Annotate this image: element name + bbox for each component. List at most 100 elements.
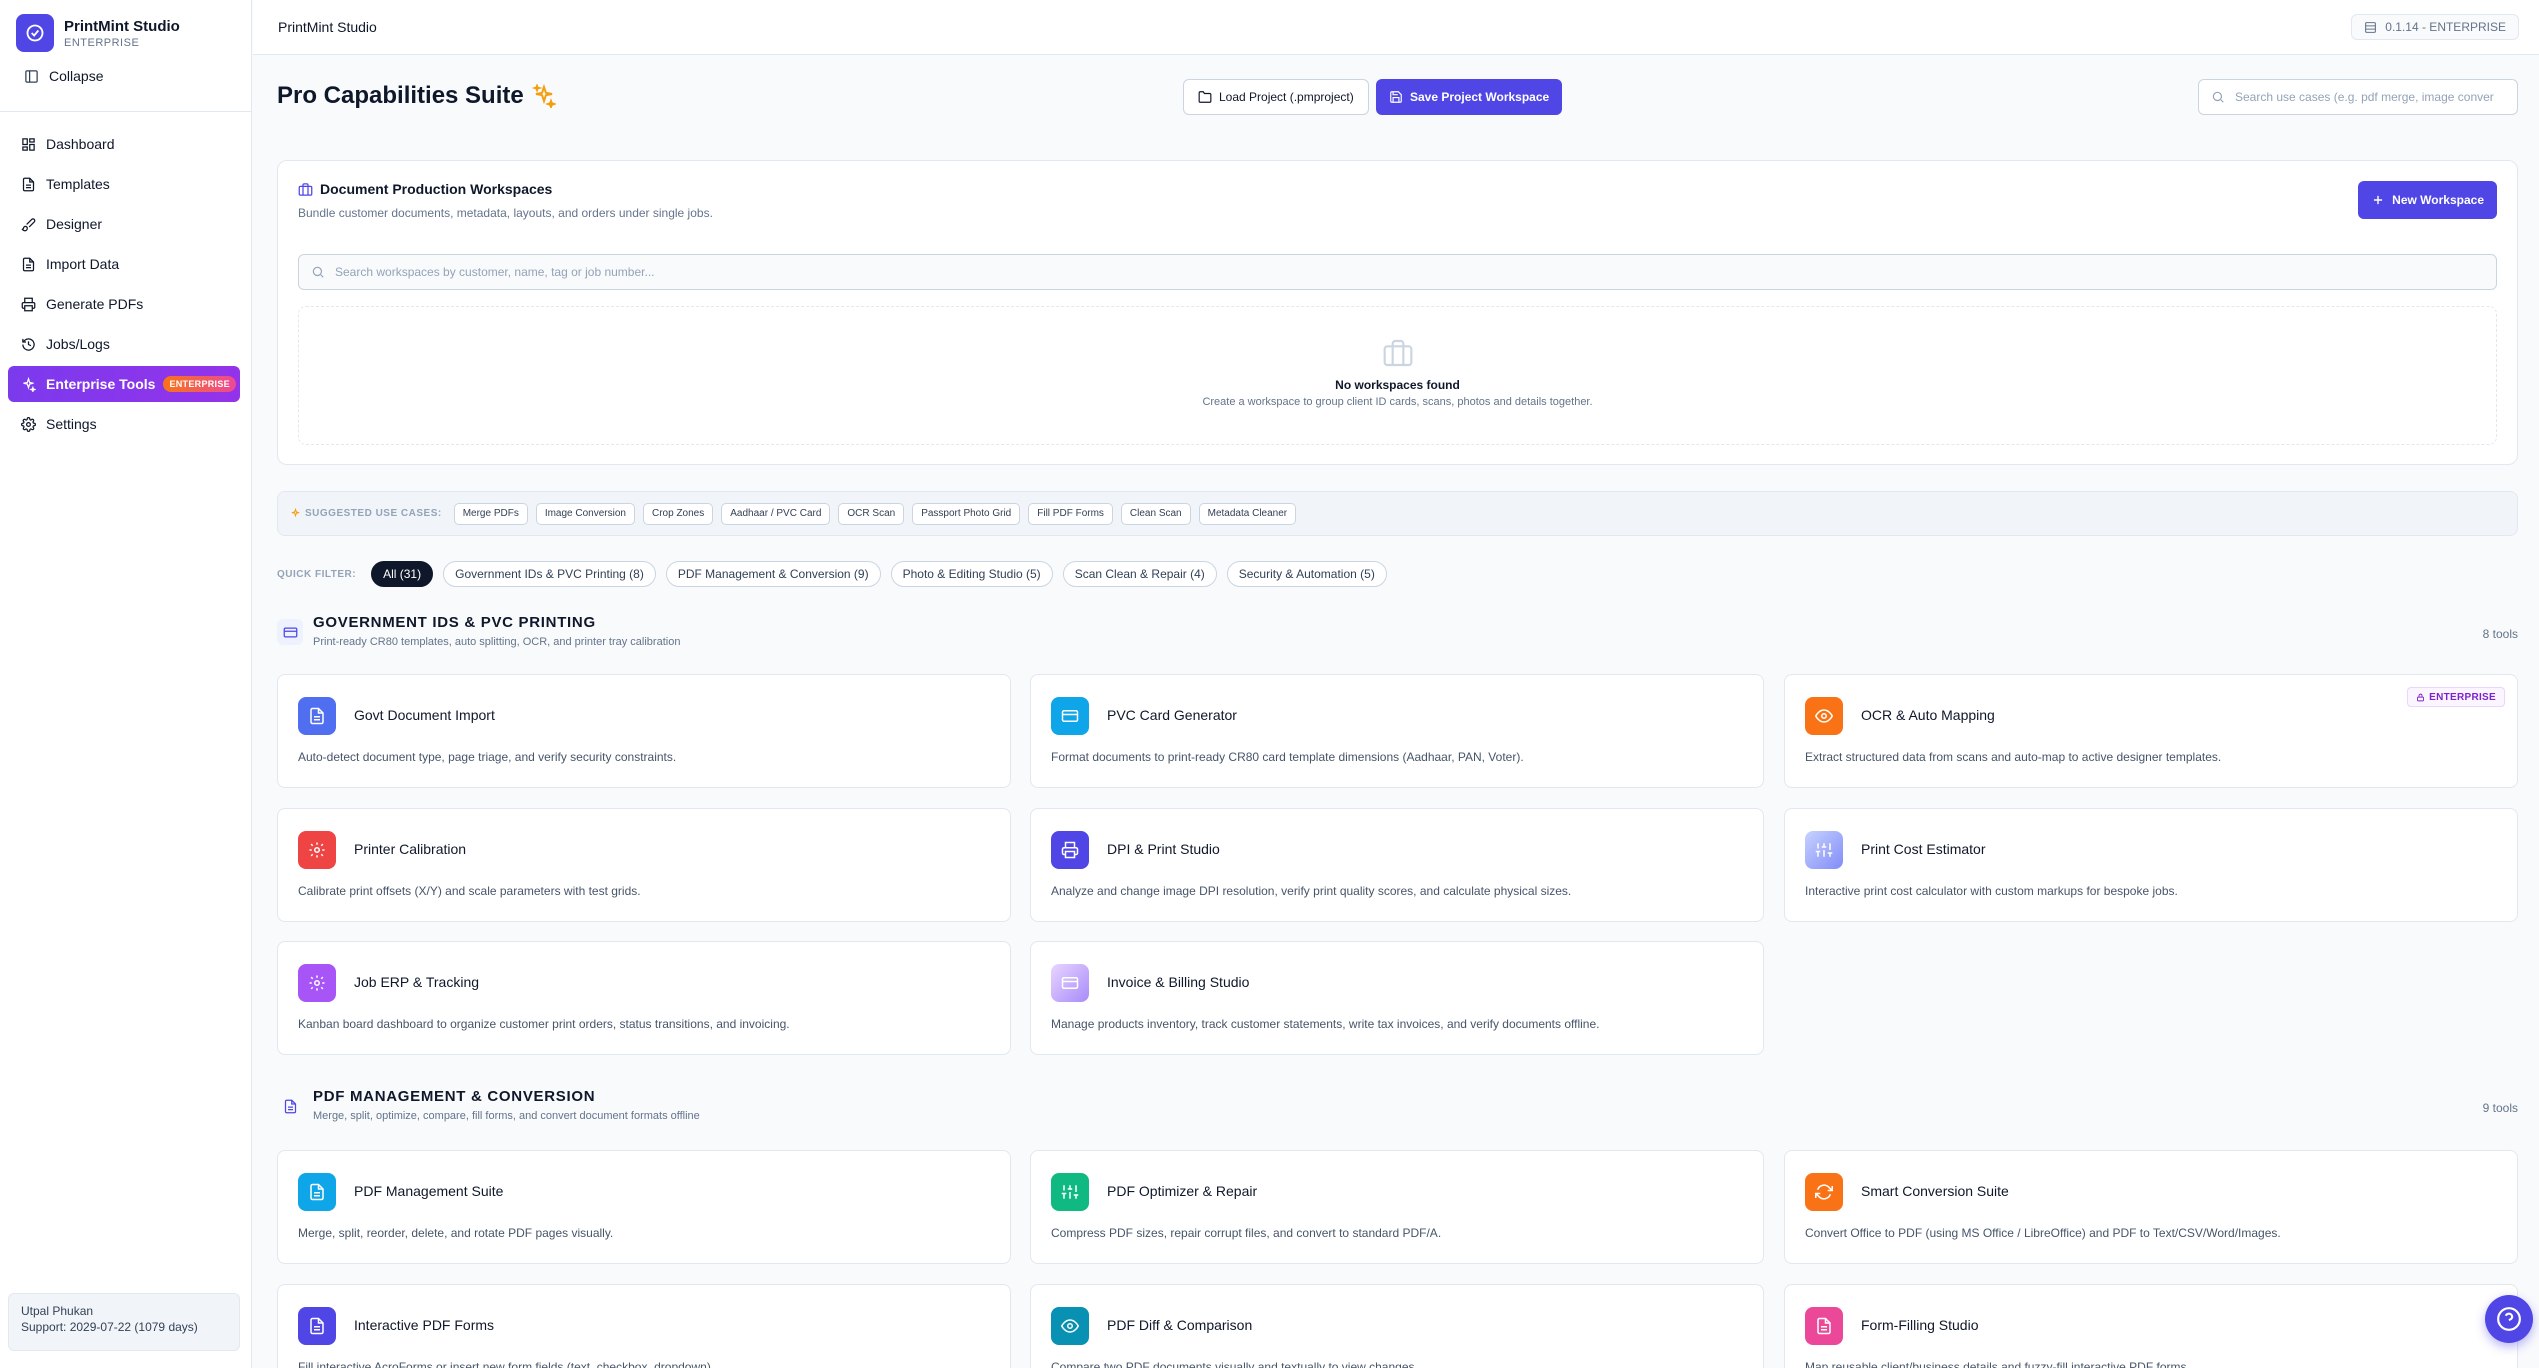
sidebar-item-templates[interactable]: Templates: [8, 166, 240, 202]
use-case-chip[interactable]: Clean Scan: [1120, 502, 1191, 525]
use-case-chip[interactable]: Aadhaar / PVC Card: [721, 502, 831, 525]
enterprise-badge: ENTERPRISE: [163, 376, 236, 392]
eye-icon: [1805, 697, 1843, 735]
tool-card-smart-conversion-suite[interactable]: Smart Conversion Suite Convert Office to…: [1784, 1150, 2518, 1264]
eye-icon: [1051, 1307, 1089, 1345]
help-button[interactable]: [2485, 1295, 2533, 1343]
sidebar-item-label: Designer: [46, 216, 103, 232]
suggested-label: SUGGESTED USE CASES:: [290, 508, 442, 519]
briefcase-icon: [298, 182, 313, 196]
sliders-icon: [1051, 1173, 1089, 1211]
gear-icon: [21, 416, 36, 432]
sparkles-icon: [23, 376, 36, 392]
quick-filter: QUICK FILTER: All (31) Government IDs & …: [277, 561, 1397, 587]
filter-pill-all[interactable]: All (31): [371, 561, 434, 587]
filter-pill-pdf-management[interactable]: PDF Management & Conversion (9): [665, 561, 881, 587]
tool-card-ocr-auto-mapping[interactable]: OCR & Auto Mapping Extract structured da…: [1784, 674, 2518, 788]
file-icon: [1805, 1307, 1843, 1345]
save-icon: [1390, 91, 1402, 103]
section-subtitle: Print-ready CR80 templates, auto splitti…: [313, 636, 681, 648]
tool-card-description: Kanban board dashboard to organize custo…: [298, 1017, 790, 1031]
file-icon: [298, 697, 336, 735]
load-project-button[interactable]: Load Project (.pmproject): [1183, 79, 1369, 115]
filter-pill-scan-clean[interactable]: Scan Clean & Repair (4): [1062, 561, 1217, 587]
tool-card-interactive-pdf-forms[interactable]: Interactive PDF Forms Fill interactive A…: [277, 1284, 1011, 1368]
sidebar-item-enterprise-tools[interactable]: Enterprise Tools ENTERPRISE: [8, 366, 240, 402]
search-icon: [2212, 91, 2224, 103]
sidebar-item-label: Templates: [46, 176, 110, 192]
tool-card-title: OCR & Auto Mapping: [1861, 707, 1995, 723]
version-label: 0.1.14 - ENTERPRISE: [2385, 20, 2506, 34]
brush-icon: [21, 217, 36, 231]
tool-card-print-cost-estimator[interactable]: Print Cost Estimator Interactive print c…: [1784, 808, 2518, 922]
lock-icon: [2417, 693, 2425, 701]
sidebar-item-import-data[interactable]: Import Data: [8, 246, 240, 282]
tool-card-printer-calibration[interactable]: Printer Calibration Calibrate print offs…: [277, 808, 1011, 922]
new-workspace-button[interactable]: New Workspace: [2358, 181, 2497, 219]
tool-card-description: Merge, split, reorder, delete, and rotat…: [298, 1226, 614, 1240]
tool-card-title: PVC Card Generator: [1107, 707, 1237, 723]
search-icon: [312, 266, 324, 278]
enterprise-badge: ENTERPRISE: [2407, 687, 2505, 707]
tool-card-description: Analyze and change image DPI resolution,…: [1051, 884, 1572, 898]
sidebar: PrintMint Studio ENTERPRISE Collapse Das…: [0, 0, 252, 1368]
file-icon: [298, 1173, 336, 1211]
tool-card-pdf-diff-comparison[interactable]: PDF Diff & Comparison Compare two PDF do…: [1030, 1284, 1764, 1368]
filter-pill-security-automation[interactable]: Security & Automation (5): [1226, 561, 1387, 587]
section-title: GOVERNMENT IDS & PVC PRINTING: [313, 614, 596, 631]
collapse-button[interactable]: Collapse: [24, 68, 103, 84]
tool-card-description: Interactive print cost calculator with c…: [1805, 884, 2178, 898]
tool-card-job-erp-tracking[interactable]: Job ERP & Tracking Kanban board dashboar…: [277, 941, 1011, 1055]
brand-logo-icon: [16, 14, 54, 52]
topbar: PrintMint Studio 0.1.14 - ENTERPRISE: [253, 0, 2539, 55]
workspace-search[interactable]: [298, 254, 2497, 290]
use-case-chip[interactable]: Merge PDFs: [453, 502, 528, 525]
sidebar-item-jobs-logs[interactable]: Jobs/Logs: [8, 326, 240, 362]
use-case-chip[interactable]: Metadata Cleaner: [1198, 502, 1297, 525]
tool-card-title: Print Cost Estimator: [1861, 841, 1986, 857]
sidebar-divider: [0, 111, 252, 112]
tool-card-pdf-management-suite[interactable]: PDF Management Suite Merge, split, reord…: [277, 1150, 1011, 1264]
use-case-chip[interactable]: Crop Zones: [642, 502, 714, 525]
sidebar-item-label: Jobs/Logs: [46, 336, 110, 352]
user-card: Utpal Phukan Support: 2029-07-22 (1079 d…: [8, 1293, 240, 1351]
sidebar-item-label: Enterprise Tools: [46, 376, 156, 392]
sparkles-icon: [531, 84, 556, 108]
sidebar-item-settings[interactable]: Settings: [8, 406, 240, 442]
gear-icon: [298, 831, 336, 869]
workspace-search-input[interactable]: [335, 265, 2435, 279]
sparkles-icon: [291, 508, 300, 518]
tool-card-description: Extract structured data from scans and a…: [1805, 750, 2222, 764]
use-case-search[interactable]: [2198, 79, 2518, 115]
use-case-chip[interactable]: OCR Scan: [838, 502, 905, 525]
card-icon: [1051, 964, 1089, 1002]
folder-icon: [1198, 91, 1212, 103]
sidebar-item-generate-pdfs[interactable]: Generate PDFs: [8, 286, 240, 322]
gear-icon: [298, 964, 336, 1002]
use-case-search-input[interactable]: [2235, 90, 2505, 104]
sidebar-item-dashboard[interactable]: Dashboard: [8, 126, 240, 162]
tool-card-title: Govt Document Import: [354, 707, 495, 723]
section-tool-count: 9 tools: [2482, 1101, 2518, 1115]
printer-icon: [1051, 831, 1089, 869]
use-case-chip[interactable]: Fill PDF Forms: [1028, 502, 1113, 525]
save-project-button[interactable]: Save Project Workspace: [1376, 79, 1563, 115]
sidebar-item-designer[interactable]: Designer: [8, 206, 240, 242]
tool-card-dpi-print-studio[interactable]: DPI & Print Studio Analyze and change im…: [1030, 808, 1764, 922]
tool-card-invoice-billing-studio[interactable]: Invoice & Billing Studio Manage products…: [1030, 941, 1764, 1055]
database-icon: [2365, 21, 2377, 33]
section-subtitle: Merge, split, optimize, compare, fill fo…: [313, 1110, 700, 1122]
filter-pill-photo-editing[interactable]: Photo & Editing Studio (5): [890, 561, 1053, 587]
tool-card-title: Smart Conversion Suite: [1861, 1183, 2009, 1199]
tool-card-pvc-card-generator[interactable]: PVC Card Generator Format documents to p…: [1030, 674, 1764, 788]
empty-state-title: No workspaces found: [1335, 378, 1460, 392]
tool-card-form-filling-studio[interactable]: Form-Filling Studio Map reusable client/…: [1784, 1284, 2518, 1368]
tool-card-govt-document-import[interactable]: Govt Document Import Auto-detect documen…: [277, 674, 1011, 788]
use-case-chip[interactable]: Passport Photo Grid: [912, 502, 1021, 525]
support-expiry: Support: 2029-07-22 (1079 days): [21, 1320, 198, 1334]
printer-icon: [21, 297, 36, 311]
tool-card-pdf-optimizer-repair[interactable]: PDF Optimizer & Repair Compress PDF size…: [1030, 1150, 1764, 1264]
workspaces-empty-state: No workspaces found Create a workspace t…: [298, 306, 2497, 445]
filter-pill-government-ids[interactable]: Government IDs & PVC Printing (8): [443, 561, 656, 587]
use-case-chip[interactable]: Image Conversion: [535, 502, 635, 525]
